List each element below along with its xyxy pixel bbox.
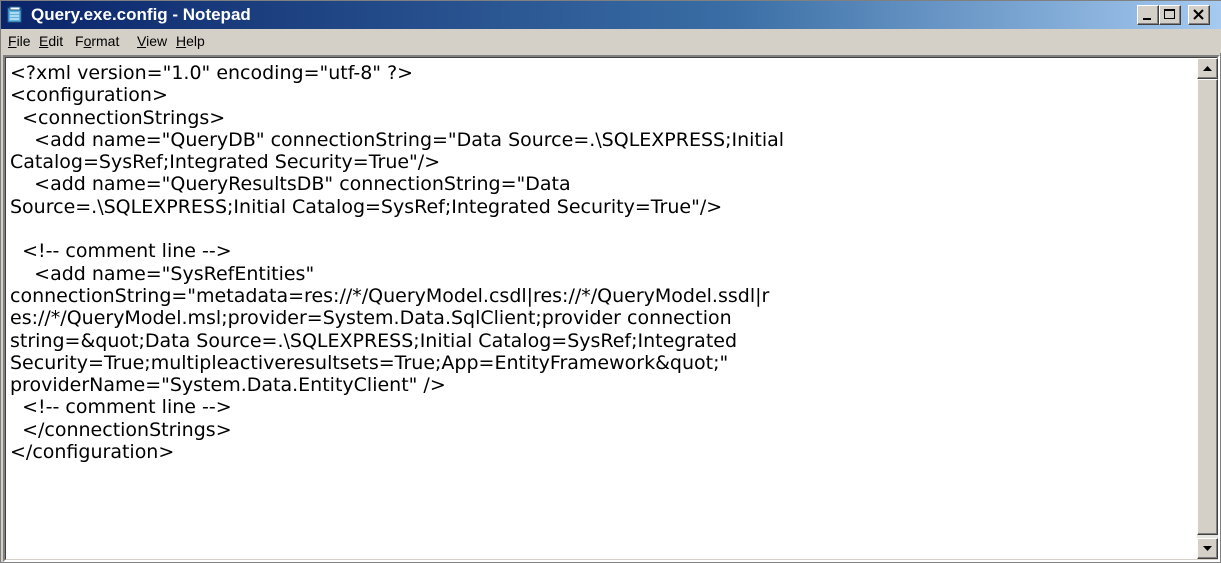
text-line: es://*/QueryModel.msl;provider=System.Da… [10, 307, 732, 330]
text-line: <connectionStrings> [10, 106, 226, 129]
text-line: <!-- comment line --> [10, 396, 232, 419]
text-line: Catalog=SysRef;Integrated Security=True"… [10, 151, 441, 174]
text-line: </configuration> [10, 441, 175, 464]
scroll-down-button[interactable] [1197, 538, 1218, 559]
menu-format[interactable]: Format [75, 33, 119, 49]
scroll-thumb[interactable] [1197, 79, 1218, 535]
text-line: <add name="SysRefEntities" [10, 262, 315, 285]
vertical-scrollbar[interactable] [1197, 58, 1218, 559]
minimize-icon [1143, 18, 1151, 20]
text-line [10, 218, 1190, 240]
minimize-button[interactable] [1137, 5, 1159, 25]
text-line: Source=.\SQLEXPRESS;Initial Catalog=SysR… [10, 195, 723, 218]
title-bar[interactable]: Query.exe.config - Notepad [1, 1, 1221, 29]
maximize-button[interactable] [1159, 5, 1181, 25]
close-button[interactable] [1188, 5, 1210, 25]
notepad-icon[interactable] [7, 6, 23, 23]
text-line: <!-- comment line --> [10, 240, 232, 263]
arrow-up-icon [1203, 66, 1212, 71]
menu-edit[interactable]: Edit [39, 33, 63, 49]
text-line: </connectionStrings> [10, 418, 232, 441]
menu-bar: File Edit Format View Help [1, 29, 1221, 53]
text-line: <?xml version="1.0" encoding="utf-8" ?> [10, 62, 414, 84]
menu-help[interactable]: Help [176, 33, 205, 49]
arrow-down-icon [1203, 546, 1212, 551]
text-line: <configuration> [10, 84, 168, 107]
text-line: <add name="QueryResultsDB" connectionStr… [10, 173, 571, 196]
maximize-icon [1164, 9, 1175, 19]
menu-view[interactable]: View [137, 33, 167, 49]
editor-frame: <?xml version="1.0" encoding="utf-8" ?> <… [5, 57, 1218, 560]
menu-file[interactable]: File [8, 33, 31, 49]
text-line: connectionString="metadata=res://*/Query… [10, 284, 770, 307]
text-line: providerName="System.Data.EntityClient" … [10, 374, 446, 397]
text-line: Security=True;multipleactiveresultsets=T… [10, 351, 729, 374]
close-icon [1193, 9, 1204, 20]
window-title: Query.exe.config - Notepad [31, 5, 251, 24]
notepad-window: Query.exe.config - Notepad File Edit For… [0, 0, 1221, 563]
text-editor[interactable]: <?xml version="1.0" encoding="utf-8" ?> <… [3, 55, 1220, 562]
editor-text-area[interactable]: <?xml version="1.0" encoding="utf-8" ?> <… [10, 62, 1190, 557]
text-line: <add name="QueryDB" connectionString="Da… [10, 128, 785, 151]
text-line: string=&quot;Data Source=.\SQLEXPRESS;In… [10, 329, 738, 352]
scroll-up-button[interactable] [1197, 58, 1218, 79]
